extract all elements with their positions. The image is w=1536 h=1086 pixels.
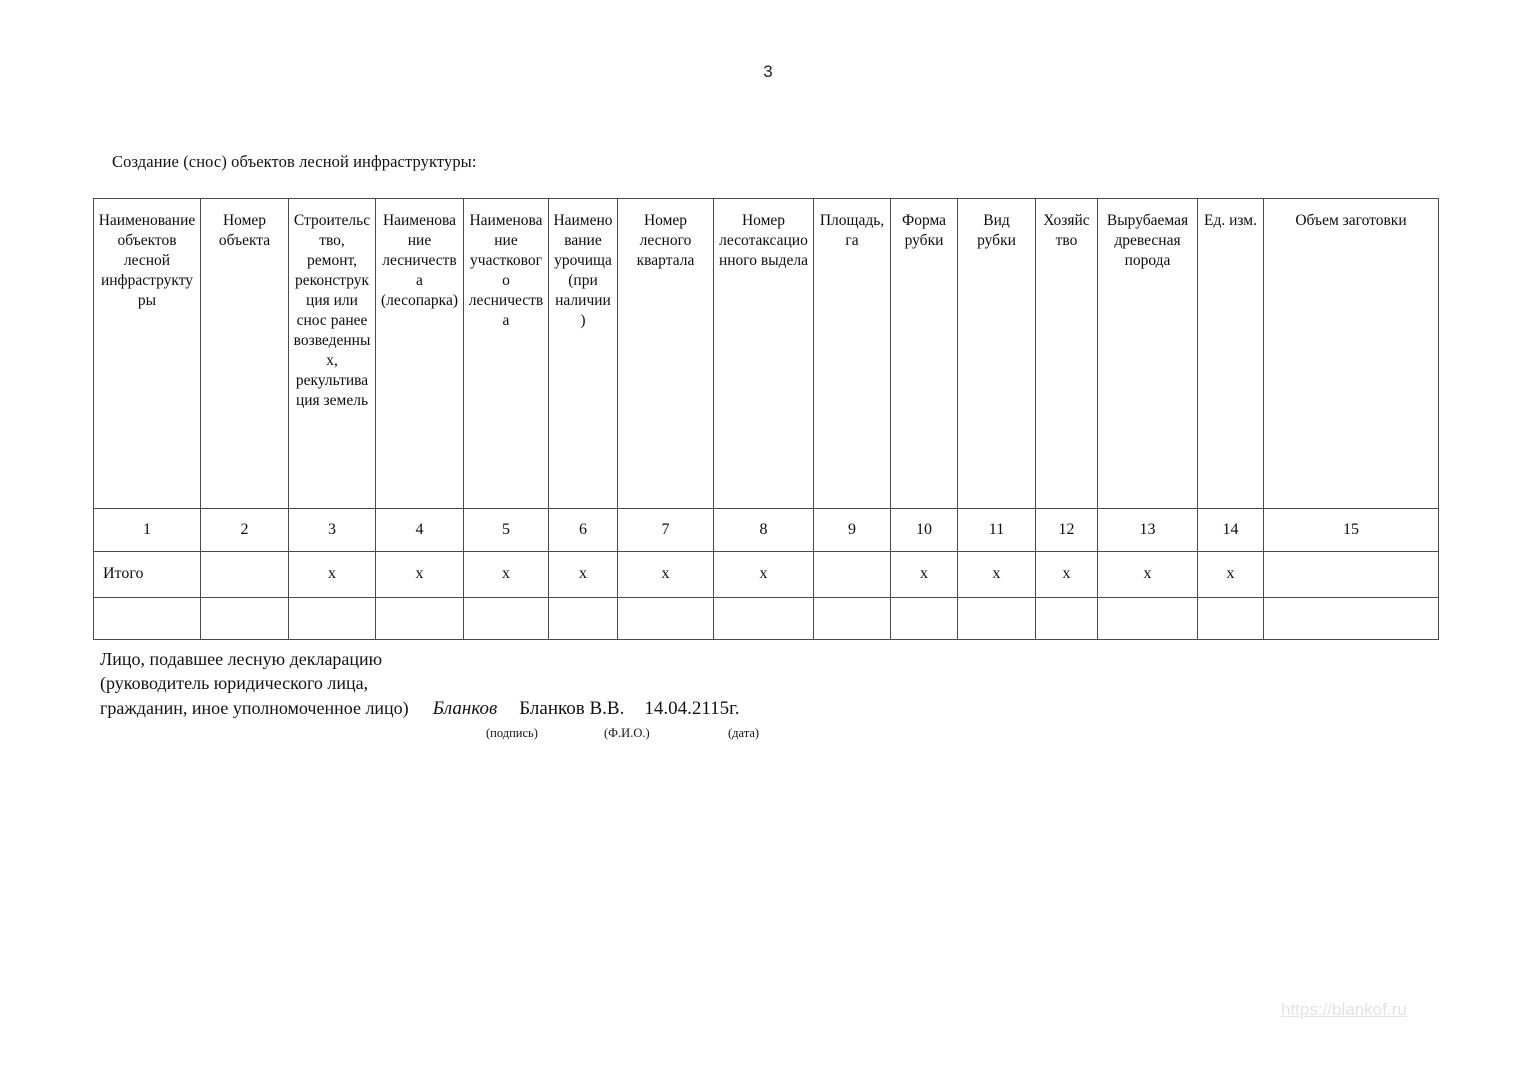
caption-fio: (Ф.И.О.): [604, 726, 650, 740]
header-cell-4: Наименование лесничества (лесопарка): [375, 198, 464, 509]
column-number-2: 2: [200, 508, 289, 552]
header-label-11: Вид рубки: [977, 212, 1016, 249]
total-cell-5: x: [463, 551, 549, 598]
section-caption: Создание (снос) объектов лесной инфрастр…: [112, 152, 477, 171]
total-cell-4: x: [375, 551, 464, 598]
total-cell-7: x: [617, 551, 714, 598]
header-label-8: Номер лесотаксационного выдела: [718, 212, 809, 269]
blank-cell-11[interactable]: [957, 597, 1036, 640]
header-cell-5: Наименование участкового лесничества: [463, 198, 549, 509]
total-cell-8: x: [713, 551, 814, 598]
date-value: 14.04.2115г.: [644, 697, 740, 719]
signature-block: Лицо, подавшее лесную декларацию (руково…: [100, 648, 740, 721]
blank-cell-1[interactable]: [93, 597, 201, 640]
blank-cell-7[interactable]: [617, 597, 714, 640]
header-label-9: Площадь, га: [819, 212, 885, 249]
column-number-10: 10: [890, 508, 958, 552]
total-cell-11: x: [957, 551, 1036, 598]
blank-cell-10[interactable]: [890, 597, 958, 640]
header-label-12: Хозяйство: [1043, 212, 1090, 249]
header-label-1: Наименование объектов лесной инфраструкт…: [98, 212, 196, 309]
column-number-9: 9: [813, 508, 891, 552]
header-cell-2: Номер объекта: [200, 198, 289, 509]
header-cell-7: Номер лесного квартала: [617, 198, 714, 509]
blank-cell-13[interactable]: [1097, 597, 1198, 640]
blank-cell-12[interactable]: [1035, 597, 1098, 640]
header-label-14: Ед. изм.: [1204, 212, 1257, 229]
header-label-10: Форма рубки: [901, 212, 947, 249]
header-label-15: Объем заготовки: [1295, 212, 1407, 229]
total-cell-6: x: [548, 551, 618, 598]
blank-cell-9[interactable]: [813, 597, 891, 640]
column-number-14: 14: [1197, 508, 1264, 552]
column-number-4: 4: [375, 508, 464, 552]
total-cell-3: x: [288, 551, 376, 598]
total-cell-14: x: [1197, 551, 1264, 598]
header-cell-15: Объем заготовки: [1263, 198, 1439, 509]
column-number-7: 7: [617, 508, 714, 552]
page-number: 3: [763, 62, 773, 81]
blank-cell-3[interactable]: [288, 597, 376, 640]
total-cell-12: x: [1035, 551, 1098, 598]
blank-cell-14[interactable]: [1197, 597, 1264, 640]
total-cell-9[interactable]: [813, 551, 891, 598]
column-number-12: 12: [1035, 508, 1098, 552]
blank-cell-5[interactable]: [463, 597, 549, 640]
blank-cell-15[interactable]: [1263, 597, 1439, 640]
header-cell-11: Вид рубки: [957, 198, 1036, 509]
header-label-6: Наименование урочища (при наличии): [553, 212, 613, 329]
declarant-label-line3: гражданин, иное уполномоченное лицо): [100, 697, 409, 718]
header-label-5: Наименование участкового лесничества: [468, 212, 544, 329]
table-header-row: Наименование объектов лесной инфраструкт…: [93, 198, 1439, 509]
declarant-label-line3-row: гражданин, иное уполномоченное лицо) Блан…: [100, 696, 740, 721]
watermark-url: https://blankof.ru: [1281, 1000, 1407, 1019]
column-number-row: 1 2 3 4 5 6 7 8 9 10 11 12 13 14 15: [93, 508, 1439, 552]
blank-cell-8[interactable]: [713, 597, 814, 640]
column-number-1: 1: [93, 508, 201, 552]
declarant-label-line2: (руководитель юридического лица,: [100, 672, 369, 693]
header-label-7: Номер лесного квартала: [636, 212, 695, 269]
forest-infrastructure-table: Наименование объектов лесной инфраструкт…: [93, 198, 1439, 640]
header-cell-13: Вырубаемая древесная порода: [1097, 198, 1198, 509]
header-label-2: Номер объекта: [218, 212, 271, 249]
header-label-4: Наименование лесничества (лесопарка): [380, 212, 459, 309]
table-row-blank: [93, 597, 1439, 640]
header-cell-8: Номер лесотаксационного выдела: [713, 198, 814, 509]
total-cell-10: x: [890, 551, 958, 598]
header-cell-12: Хозяйство: [1035, 198, 1098, 509]
column-number-13: 13: [1097, 508, 1198, 552]
declarant-label-line1: Лицо, подавшее лесную декларацию: [100, 649, 383, 669]
column-number-5: 5: [463, 508, 549, 552]
blank-cell-6[interactable]: [548, 597, 618, 640]
total-cell-2[interactable]: [200, 551, 289, 598]
total-cell-13: x: [1097, 551, 1198, 598]
header-cell-6: Наименование урочища (при наличии): [548, 198, 618, 509]
total-label: Итого: [93, 551, 201, 598]
column-number-11: 11: [957, 508, 1036, 552]
header-label-13: Вырубаемая древесная порода: [1106, 212, 1189, 269]
blank-cell-2[interactable]: [200, 597, 289, 640]
blank-cell-4[interactable]: [375, 597, 464, 640]
header-label-3: Строительство, ремонт, реконструкция или…: [293, 212, 371, 409]
column-number-3: 3: [288, 508, 376, 552]
total-cell-15[interactable]: [1263, 551, 1439, 598]
header-cell-14: Ед. изм.: [1197, 198, 1264, 509]
header-cell-9: Площадь, га: [813, 198, 891, 509]
header-cell-10: Форма рубки: [890, 198, 958, 509]
header-cell-1: Наименование объектов лесной инфраструкт…: [93, 198, 201, 509]
header-cell-3: Строительство, ремонт, реконструкция или…: [288, 198, 376, 509]
signature-value: Бланков: [432, 697, 498, 719]
caption-signature: (подпись): [486, 726, 538, 740]
column-number-8: 8: [713, 508, 814, 552]
column-number-15: 15: [1263, 508, 1439, 552]
caption-date: (дата): [728, 726, 760, 740]
column-number-6: 6: [548, 508, 618, 552]
table-row-total: Итого x x x x x x x x x x x: [93, 551, 1439, 598]
fio-value: Бланков В.В.: [519, 697, 625, 719]
